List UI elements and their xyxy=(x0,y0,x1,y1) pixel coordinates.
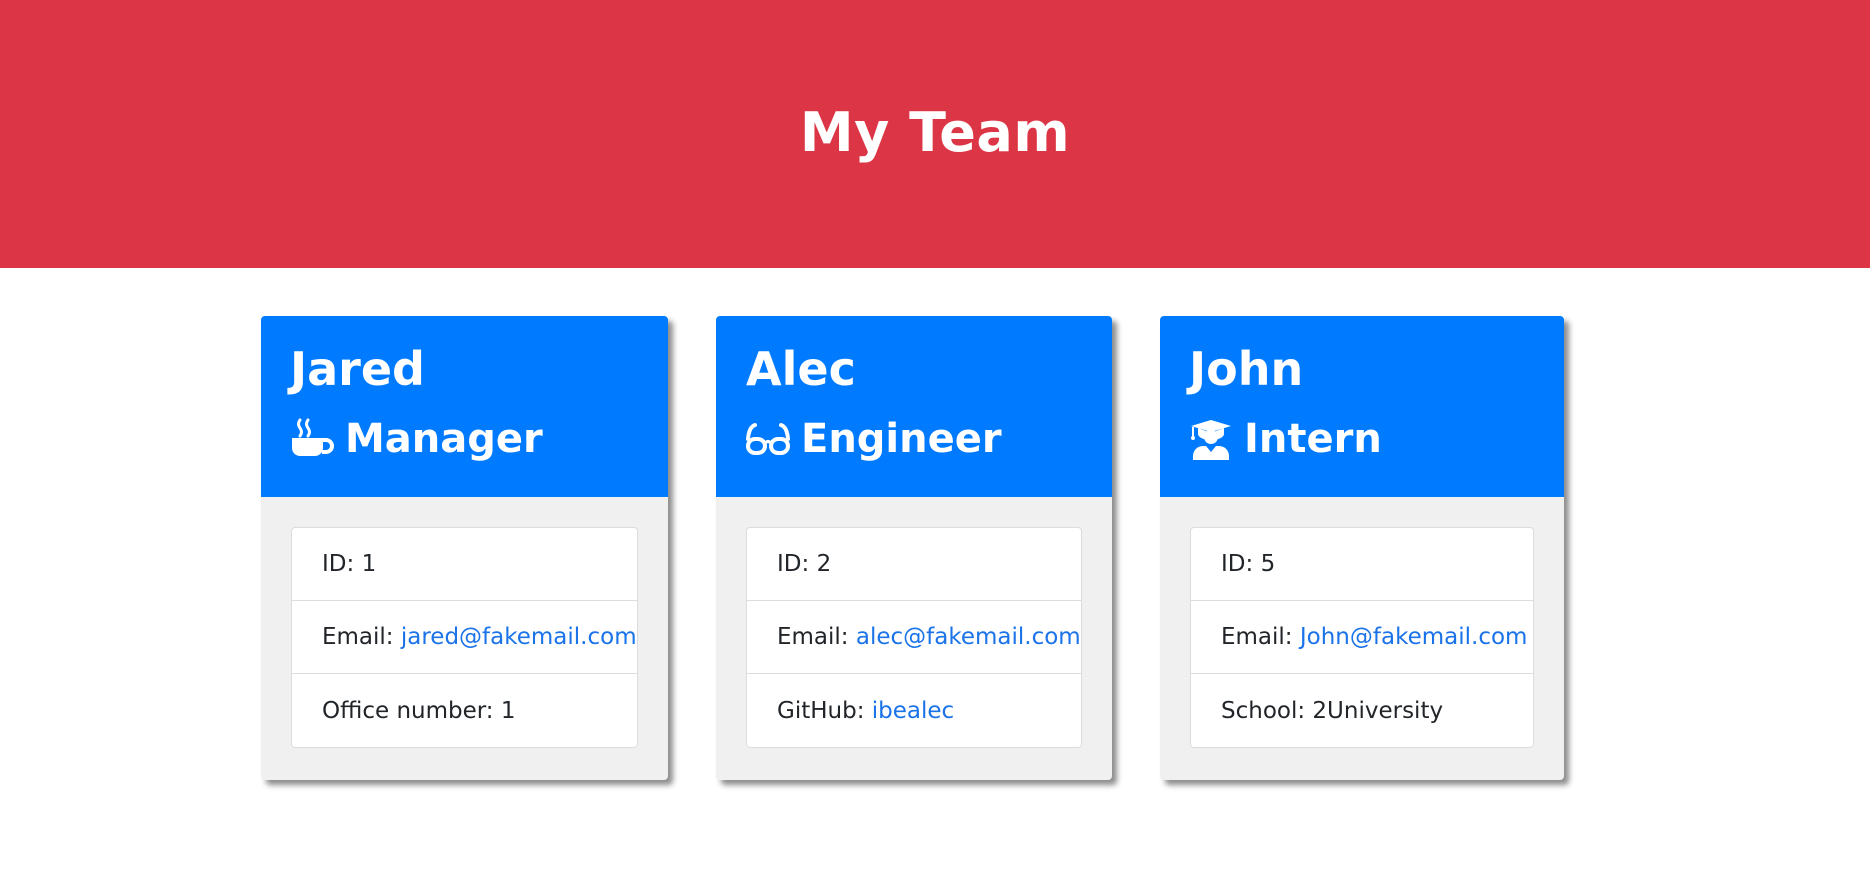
details-list: ID: 1 Email: jared@fakemail.com Office n… xyxy=(291,527,638,748)
email-link[interactable]: alec@fakemail.com xyxy=(856,624,1081,650)
email-link[interactable]: jared@fakemail.com xyxy=(401,624,637,650)
github-item: GitHub: ibealec xyxy=(747,674,1081,747)
id-label: ID: xyxy=(322,551,362,577)
graduate-icon xyxy=(1189,417,1233,461)
details-list: ID: 5 Email: John@fakemail.com School: 2… xyxy=(1190,527,1534,748)
school-label: School: xyxy=(1221,697,1313,724)
role-label: Manager xyxy=(345,416,543,462)
id-label: ID: xyxy=(1221,551,1261,577)
page-title: My Team xyxy=(799,100,1071,164)
email-item: Email: John@fakemail.com xyxy=(1191,601,1533,674)
id-value: 1 xyxy=(361,551,377,577)
id-value: 5 xyxy=(1260,551,1276,577)
coffee-mug-icon xyxy=(290,417,334,461)
email-item: Email: alec@fakemail.com xyxy=(747,601,1081,674)
id-item: ID: 1 xyxy=(292,528,637,601)
school-value: 2University xyxy=(1312,697,1444,724)
employee-role: Engineer xyxy=(746,409,1112,469)
employee-role: Intern xyxy=(1189,409,1564,469)
glasses-icon xyxy=(746,417,790,461)
role-label: Engineer xyxy=(801,416,1002,462)
email-item: Email: jared@fakemail.com xyxy=(292,601,637,674)
github-link[interactable]: ibealec xyxy=(872,698,954,724)
id-item: ID: 5 xyxy=(1191,528,1533,601)
office-number-value: 1 xyxy=(500,697,516,724)
team-container: Jared Manager ID: 1 Email: jared@fakemai… xyxy=(0,268,1870,882)
card-header: Jared Manager xyxy=(261,316,668,497)
id-label: ID: xyxy=(777,551,817,577)
page-header: My Team xyxy=(0,0,1870,268)
employee-name: Jared xyxy=(290,342,425,396)
id-item: ID: 2 xyxy=(747,528,1081,601)
employee-name: Alec xyxy=(746,342,856,396)
card-header: John Intern xyxy=(1160,316,1564,497)
employee-card-manager: Jared Manager ID: 1 Email: jared@fakemai… xyxy=(261,316,668,780)
email-label: Email: xyxy=(322,624,401,650)
employee-card-engineer: Alec Engineer ID: 2 Email: alec@fakemail… xyxy=(716,316,1112,780)
office-number-item: Office number: 1 xyxy=(292,674,637,747)
github-label: GitHub: xyxy=(777,697,872,724)
card-header: Alec Engineer xyxy=(716,316,1112,497)
email-link[interactable]: John@fakemail.com xyxy=(1300,624,1528,650)
role-label: Intern xyxy=(1244,416,1382,462)
employee-card-intern: John Intern ID: 5 Email: John@fakemail.c… xyxy=(1160,316,1564,780)
school-item: School: 2University xyxy=(1191,674,1533,747)
employee-role: Manager xyxy=(290,409,668,469)
email-label: Email: xyxy=(1221,624,1300,650)
id-value: 2 xyxy=(816,551,832,577)
office-number-label: Office number: xyxy=(322,697,501,724)
details-list: ID: 2 Email: alec@fakemail.com GitHub: i… xyxy=(746,527,1082,748)
email-label: Email: xyxy=(777,624,856,650)
employee-name: John xyxy=(1189,342,1304,396)
